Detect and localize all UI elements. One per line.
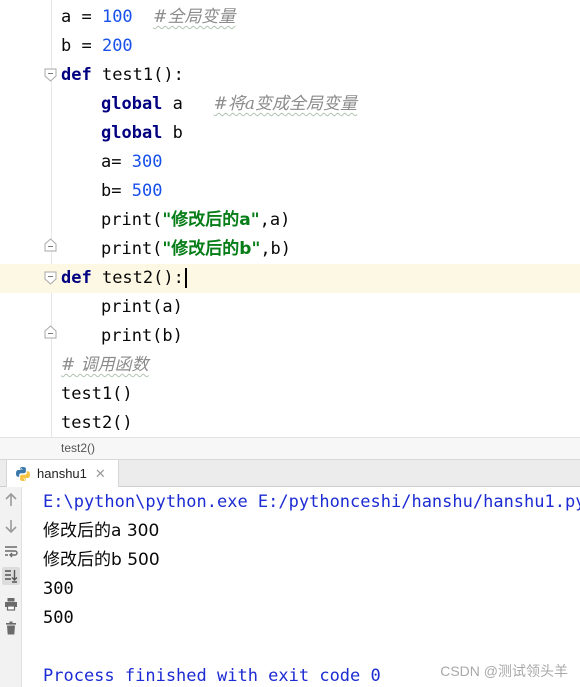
code-line[interactable]: b= 500 bbox=[0, 177, 580, 206]
code-token: b= bbox=[101, 181, 132, 201]
code-line-text: def test1(): bbox=[61, 61, 184, 90]
code-keyword: global bbox=[101, 94, 163, 114]
code-line-text: def test2(): bbox=[61, 264, 187, 293]
run-window-header: hanshu1 ✕ bbox=[0, 460, 580, 487]
close-icon[interactable]: ✕ bbox=[95, 466, 106, 482]
code-token: ,a) bbox=[259, 210, 291, 230]
code-token: a= bbox=[101, 152, 132, 172]
python-file-icon bbox=[15, 466, 31, 482]
code-line[interactable]: def test2(): bbox=[0, 264, 580, 293]
console-output-line: 500 bbox=[43, 608, 74, 628]
run-tab[interactable]: hanshu1 ✕ bbox=[6, 460, 119, 487]
breadcrumb: test2() bbox=[0, 437, 580, 460]
code-line[interactable]: # 调用函数 bbox=[0, 351, 580, 380]
code-line-text: # 调用函数 bbox=[61, 351, 149, 380]
trash-icon[interactable] bbox=[2, 619, 20, 637]
code-token: test2(): bbox=[91, 268, 184, 288]
console-output-line: 修改后的b 500 bbox=[43, 550, 160, 570]
print-icon[interactable] bbox=[2, 595, 20, 613]
code-line[interactable]: global b bbox=[0, 119, 580, 148]
code-line[interactable]: print(a) bbox=[0, 293, 580, 322]
code-line[interactable]: global a #将a变成全局变量 bbox=[0, 90, 580, 119]
code-keyword: global bbox=[101, 123, 163, 143]
code-number: 500 bbox=[131, 181, 163, 201]
code-line[interactable]: def test1(): bbox=[0, 61, 580, 90]
code-line-text: print(a) bbox=[61, 293, 183, 322]
code-token: test1(): bbox=[91, 65, 184, 85]
code-line-text: print("修改后的b",b) bbox=[61, 235, 291, 264]
arrow-down-icon[interactable] bbox=[2, 517, 20, 535]
code-line-text: test2() bbox=[61, 409, 133, 437]
breadcrumb-item[interactable]: test2() bbox=[61, 441, 95, 455]
code-token: print( bbox=[101, 210, 163, 230]
code-line-text: print("修改后的a",a) bbox=[61, 206, 290, 235]
console-output[interactable]: E:\python\python.exe E:/pythonceshi/hans… bbox=[23, 487, 580, 687]
code-number: 300 bbox=[131, 152, 163, 172]
soft-wrap-icon[interactable] bbox=[2, 543, 20, 561]
code-token: a bbox=[162, 94, 214, 114]
code-token: b = bbox=[61, 36, 102, 56]
code-token: ,b) bbox=[260, 239, 292, 259]
code-comment: # 调用函数 bbox=[61, 355, 149, 375]
code-line[interactable]: a= 300 bbox=[0, 148, 580, 177]
code-comment: #将a变成全局变量 bbox=[213, 94, 357, 114]
code-line-text: global b bbox=[61, 119, 183, 148]
code-line-text: test1() bbox=[61, 380, 133, 409]
code-line[interactable]: print("修改后的b",b) bbox=[0, 235, 580, 264]
code-token: print(b) bbox=[101, 326, 183, 346]
code-line-text: print(b) bbox=[61, 322, 183, 351]
console-output-line: 300 bbox=[43, 579, 74, 599]
text-caret bbox=[184, 268, 187, 288]
code-number: 200 bbox=[101, 36, 133, 56]
code-line[interactable]: test2() bbox=[0, 409, 580, 437]
code-line-text: a= 300 bbox=[61, 148, 162, 177]
code-token: print( bbox=[101, 239, 163, 259]
console-command-line: Process finished with exit code 0 bbox=[43, 666, 381, 686]
code-keyword: def bbox=[61, 65, 92, 85]
code-line[interactable]: b = 200 bbox=[0, 32, 580, 61]
code-number: 100 bbox=[101, 7, 133, 27]
code-string: "修改后的a" bbox=[162, 210, 260, 230]
code-line-text: a = 100 #全局变量 bbox=[61, 3, 235, 32]
fold-close-icon[interactable] bbox=[44, 325, 57, 339]
arrow-up-icon[interactable] bbox=[2, 491, 20, 509]
scroll-to-end-icon[interactable] bbox=[2, 567, 20, 585]
code-editor[interactable]: a = 100 #全局变量 b = 200 def test1(): global … bbox=[0, 0, 580, 437]
code-line[interactable]: a = 100 #全局变量 bbox=[0, 3, 580, 32]
code-token: test1() bbox=[61, 384, 133, 404]
code-line[interactable]: print(b) bbox=[0, 322, 580, 351]
run-tab-label: hanshu1 bbox=[37, 466, 87, 481]
code-line[interactable]: test1() bbox=[0, 380, 580, 409]
fold-open-icon[interactable] bbox=[44, 68, 57, 82]
code-line-text: global a #将a变成全局变量 bbox=[61, 90, 357, 119]
console-command-line: E:\python\python.exe E:/pythonceshi/hans… bbox=[43, 492, 580, 512]
code-token: a = bbox=[61, 7, 102, 27]
code-string: "修改后的b" bbox=[162, 239, 261, 259]
run-toolbar bbox=[0, 487, 22, 687]
fold-open-icon[interactable] bbox=[44, 271, 57, 285]
code-token: test2() bbox=[61, 413, 133, 433]
watermark: CSDN @测试领头羊 bbox=[440, 663, 568, 679]
code-line-text: b= 500 bbox=[61, 177, 162, 206]
code-comment: #全局变量 bbox=[153, 7, 236, 27]
code-token: b bbox=[162, 123, 183, 143]
code-token: print(a) bbox=[101, 297, 183, 317]
fold-close-icon[interactable] bbox=[44, 238, 57, 252]
code-keyword: def bbox=[61, 268, 92, 288]
code-line[interactable]: print("修改后的a",a) bbox=[0, 206, 580, 235]
code-line-text: b = 200 bbox=[61, 32, 133, 61]
console-output-line: 修改后的a 300 bbox=[43, 521, 160, 541]
